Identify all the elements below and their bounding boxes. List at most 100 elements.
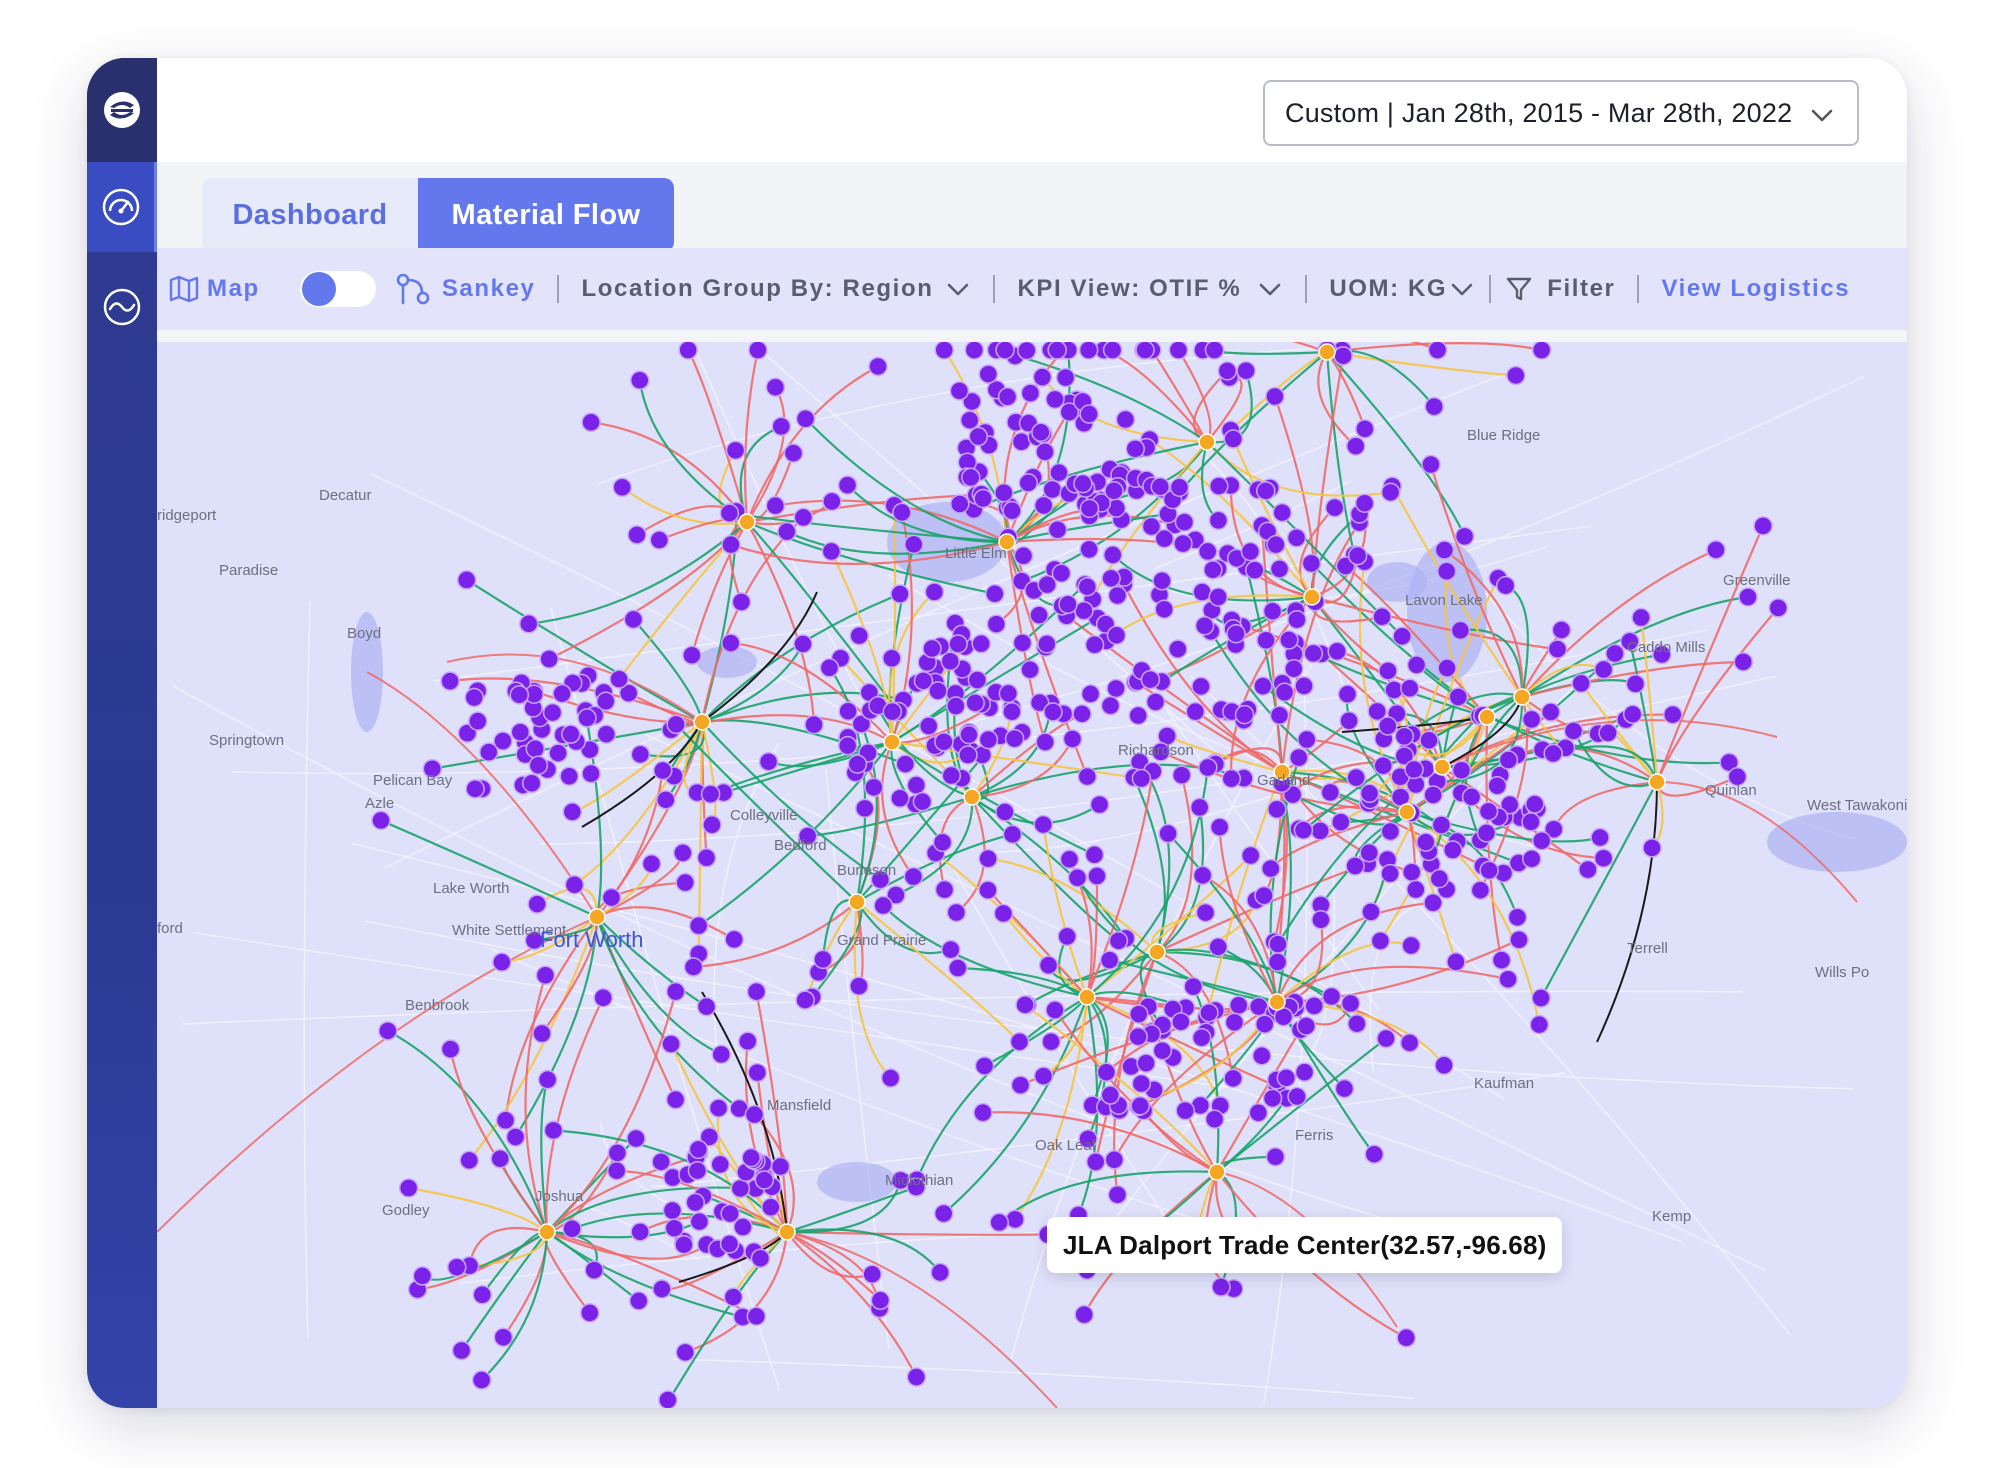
- site-marker[interactable]: [673, 843, 693, 863]
- site-marker[interactable]: [593, 988, 613, 1008]
- site-marker[interactable]: [1042, 479, 1063, 500]
- site-marker[interactable]: [1074, 1304, 1094, 1325]
- site-marker[interactable]: [527, 894, 547, 914]
- site-marker[interactable]: [1446, 952, 1466, 972]
- flow-map-canvas[interactable]: [157, 342, 1907, 1408]
- site-marker[interactable]: [821, 541, 842, 562]
- hub-marker[interactable]: [1198, 433, 1216, 451]
- site-marker[interactable]: [1010, 1075, 1031, 1095]
- site-marker[interactable]: [941, 939, 961, 960]
- site-marker[interactable]: [678, 342, 698, 360]
- site-marker[interactable]: [934, 879, 955, 900]
- site-marker[interactable]: [1416, 832, 1436, 852]
- site-marker[interactable]: [479, 742, 499, 762]
- site-marker[interactable]: [1337, 684, 1358, 704]
- site-marker[interactable]: [1578, 859, 1598, 880]
- nav-dashboard[interactable]: [87, 162, 157, 252]
- site-marker[interactable]: [754, 1170, 775, 1190]
- site-marker[interactable]: [1450, 620, 1471, 641]
- site-marker[interactable]: [1340, 993, 1361, 1014]
- site-marker[interactable]: [1173, 533, 1193, 554]
- site-marker[interactable]: [1254, 885, 1274, 906]
- site-marker[interactable]: [1324, 497, 1345, 518]
- site-marker[interactable]: [630, 744, 651, 765]
- site-marker[interactable]: [959, 724, 979, 745]
- site-marker[interactable]: [1327, 641, 1347, 661]
- site-marker[interactable]: [1104, 481, 1124, 501]
- site-marker[interactable]: [1047, 342, 1067, 360]
- site-marker[interactable]: [1399, 1033, 1420, 1053]
- site-marker[interactable]: [1304, 996, 1324, 1016]
- site-marker[interactable]: [1509, 929, 1529, 950]
- site-marker[interactable]: [539, 649, 559, 669]
- site-marker[interactable]: [1431, 815, 1452, 835]
- site-marker[interactable]: [1378, 661, 1398, 681]
- site-marker[interactable]: [1311, 910, 1331, 930]
- site-marker[interactable]: [1267, 952, 1288, 972]
- site-marker[interactable]: [1642, 838, 1662, 858]
- site-marker[interactable]: [1380, 863, 1400, 884]
- site-marker[interactable]: [1145, 692, 1166, 712]
- site-marker[interactable]: [795, 408, 816, 429]
- site-marker[interactable]: [1080, 684, 1101, 704]
- site-marker[interactable]: [880, 1068, 901, 1088]
- site-marker[interactable]: [1593, 659, 1614, 680]
- site-marker[interactable]: [700, 784, 721, 804]
- site-marker[interactable]: [1525, 794, 1545, 814]
- site-marker[interactable]: [688, 915, 709, 936]
- site-marker[interactable]: [1033, 495, 1054, 516]
- site-marker[interactable]: [1104, 1150, 1125, 1170]
- site-marker[interactable]: [725, 440, 746, 461]
- site-marker[interactable]: [1429, 868, 1450, 889]
- site-marker[interactable]: [1427, 342, 1448, 360]
- site-marker[interactable]: [747, 1062, 768, 1083]
- site-marker[interactable]: [813, 949, 833, 970]
- site-marker[interactable]: [1266, 534, 1286, 555]
- site-marker[interactable]: [892, 502, 912, 523]
- site-marker[interactable]: [1593, 848, 1614, 868]
- site-marker[interactable]: [862, 1264, 882, 1284]
- map-view-button[interactable]: Map: [169, 275, 260, 303]
- site-marker[interactable]: [1476, 823, 1497, 843]
- site-marker[interactable]: [1183, 976, 1204, 997]
- uom-select[interactable]: UOM: KG: [1329, 275, 1475, 303]
- site-marker[interactable]: [1333, 346, 1353, 366]
- site-marker[interactable]: [946, 902, 967, 923]
- site-marker[interactable]: [1195, 902, 1216, 923]
- site-marker[interactable]: [1346, 767, 1366, 788]
- site-marker[interactable]: [1547, 639, 1568, 659]
- site-marker[interactable]: [1204, 1109, 1225, 1129]
- site-marker[interactable]: [649, 530, 670, 550]
- site-marker[interactable]: [1301, 553, 1322, 574]
- site-marker[interactable]: [1406, 879, 1426, 900]
- site-marker[interactable]: [1240, 541, 1261, 562]
- site-marker[interactable]: [378, 1021, 398, 1041]
- site-marker[interactable]: [746, 981, 767, 1002]
- site-marker[interactable]: [993, 903, 1014, 924]
- site-marker[interactable]: [662, 1200, 683, 1221]
- site-marker[interactable]: [1339, 711, 1359, 731]
- site-marker[interactable]: [1041, 1031, 1061, 1052]
- site-marker[interactable]: [1491, 950, 1512, 970]
- site-marker[interactable]: [864, 777, 884, 798]
- site-marker[interactable]: [543, 1120, 564, 1141]
- site-marker[interactable]: [1331, 812, 1351, 832]
- site-marker[interactable]: [1529, 1014, 1550, 1035]
- site-marker[interactable]: [1303, 643, 1324, 664]
- site-marker[interactable]: [1590, 827, 1610, 848]
- site-marker[interactable]: [1100, 695, 1121, 716]
- site-marker[interactable]: [765, 495, 786, 516]
- site-marker[interactable]: [627, 525, 647, 545]
- site-marker[interactable]: [1002, 500, 1022, 521]
- site-marker[interactable]: [870, 1290, 891, 1311]
- site-marker[interactable]: [770, 1156, 791, 1177]
- site-marker[interactable]: [1294, 1062, 1315, 1082]
- site-marker[interactable]: [629, 1291, 649, 1311]
- site-marker[interactable]: [1107, 585, 1128, 606]
- site-marker[interactable]: [1531, 988, 1551, 1008]
- site-marker[interactable]: [973, 1102, 993, 1123]
- map-sankey-toggle[interactable]: [299, 271, 376, 307]
- site-marker[interactable]: [1253, 676, 1273, 696]
- site-marker[interactable]: [1002, 701, 1022, 722]
- site-marker[interactable]: [1421, 454, 1441, 475]
